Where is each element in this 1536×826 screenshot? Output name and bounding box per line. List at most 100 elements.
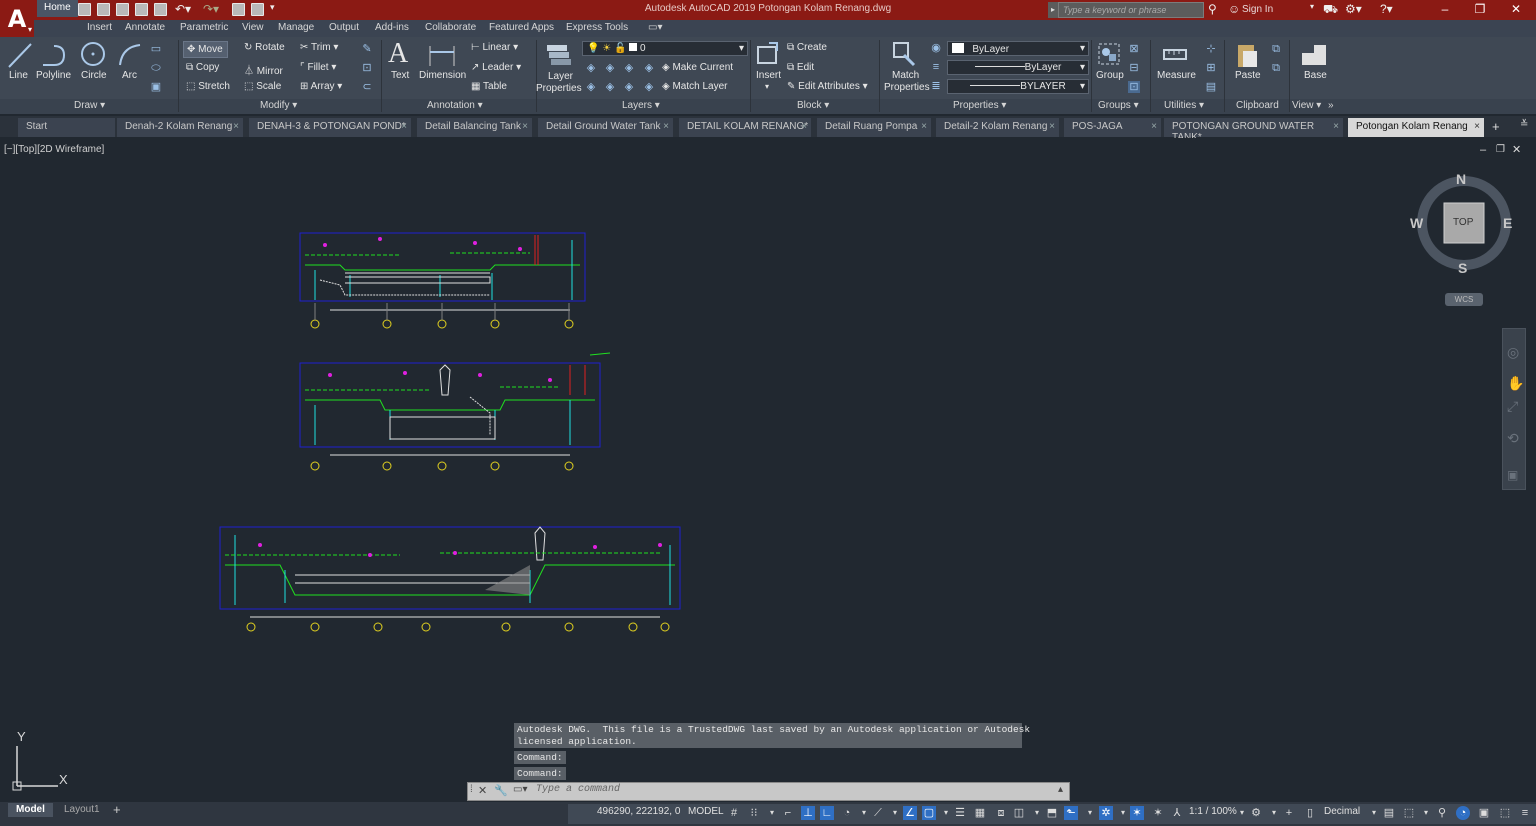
select-all-icon[interactable]: ⊞: [1205, 62, 1217, 74]
paste-icon[interactable]: [1235, 41, 1259, 69]
isodraft-icon[interactable]: ⟋: [871, 806, 885, 820]
measure-icon[interactable]: [1162, 44, 1188, 66]
command-history-toggle-icon[interactable]: ▴: [1058, 784, 1063, 795]
viewcube-east[interactable]: E: [1503, 215, 1512, 231]
match-properties-icon[interactable]: [892, 41, 918, 67]
annotation-add-icon[interactable]: +: [1282, 806, 1296, 820]
orbit-icon[interactable]: ⟲: [1507, 430, 1519, 447]
3d-osnap-icon[interactable]: ◫: [1012, 806, 1026, 820]
tab-parametric[interactable]: Parametric: [180, 22, 228, 33]
viewcube-north[interactable]: N: [1456, 171, 1466, 187]
polar-dropdown-icon[interactable]: ▾: [857, 806, 871, 820]
viewport-controls-label[interactable]: [−][Top][2D Wireframe]: [4, 144, 104, 155]
rectangle-icon[interactable]: ▭: [150, 43, 162, 55]
tab-featured-apps[interactable]: Featured Apps: [489, 22, 554, 33]
units-dropdown[interactable]: Decimal: [1324, 806, 1360, 817]
ribbon-minimize-icon[interactable]: ▭▾: [648, 22, 662, 33]
offset-icon[interactable]: ⊂: [361, 81, 373, 93]
dimension-icon[interactable]: [428, 42, 456, 68]
polar-tracking-icon[interactable]: ◔: [840, 806, 854, 820]
object-snap-dropdown-icon[interactable]: ▾: [939, 806, 953, 820]
infer-constraints-icon[interactable]: ⌐: [781, 806, 795, 820]
auto-scale-icon[interactable]: ✶: [1151, 806, 1165, 820]
layer-freeze-icon[interactable]: ◈: [623, 62, 635, 74]
coordinates-readout[interactable]: 496290, 222192, 0: [597, 806, 680, 817]
lock-ui-dropdown-icon[interactable]: ▾: [1419, 806, 1433, 820]
panel-title-properties[interactable]: Properties ▾: [953, 100, 1006, 111]
file-tab-active[interactable]: Potongan Kolam Renang ×: [1348, 118, 1485, 137]
layout-tab-model[interactable]: Model: [8, 803, 53, 817]
search-expand-icon[interactable]: ▸: [1048, 2, 1058, 18]
fullscreen-icon[interactable]: ⬚: [1498, 806, 1512, 820]
clean-screen-icon[interactable]: ▣: [1477, 806, 1491, 820]
fillet-button[interactable]: ⌜ Fillet ▾: [300, 62, 336, 73]
calculator-icon[interactable]: ▤: [1205, 81, 1217, 93]
selection-filter-icon[interactable]: ▾: [1083, 806, 1097, 820]
isodraft-dropdown-icon[interactable]: ▾: [888, 806, 902, 820]
copy-clip-icon[interactable]: ⧉: [1270, 43, 1282, 55]
file-tab[interactable]: Detail Ruang Pompa ×: [817, 118, 932, 137]
help-search-input[interactable]: Type a keyword or phrase: [1058, 2, 1204, 18]
layer-properties-button[interactable]: Layer: [548, 71, 573, 82]
command-grip-icon[interactable]: ⁞: [470, 784, 473, 795]
ortho-icon[interactable]: ∟: [820, 806, 834, 820]
tab-manage[interactable]: Manage: [278, 22, 314, 33]
viewcube-top-face[interactable]: TOP: [1453, 217, 1473, 228]
insert-button[interactable]: Insert: [756, 70, 781, 81]
file-tab[interactable]: POTONGAN GROUND WATER TANK*×: [1164, 118, 1344, 143]
viewcube-west[interactable]: W: [1410, 215, 1423, 231]
viewport-restore-icon[interactable]: ❐: [1496, 144, 1505, 155]
tab-list-icon[interactable]: ≚: [1520, 119, 1528, 130]
edit-attributes-button[interactable]: ✎ Edit Attributes ▾: [787, 81, 868, 92]
sign-in-link[interactable]: Sign In: [1242, 4, 1273, 15]
minimize-icon[interactable]: –: [1435, 2, 1455, 16]
make-current-button[interactable]: ◈ Make Current: [662, 62, 733, 73]
close-tab-icon[interactable]: ×: [1049, 121, 1055, 132]
workspace-switch-icon[interactable]: ⚙: [1249, 806, 1263, 820]
base-view-icon[interactable]: [1300, 43, 1328, 67]
layer-unisolate-icon[interactable]: ◈: [604, 81, 616, 93]
viewport-minimize-icon[interactable]: –: [1480, 144, 1486, 156]
arc-button[interactable]: Arc: [122, 70, 137, 81]
polyline-icon[interactable]: [40, 41, 68, 69]
layer-on-icon[interactable]: ◈: [585, 81, 597, 93]
tab-output[interactable]: Output: [329, 22, 359, 33]
panel-title-draw[interactable]: Draw ▾: [74, 100, 105, 111]
close-tab-icon[interactable]: ×: [921, 121, 927, 132]
table-button[interactable]: ▦ Table: [471, 81, 507, 92]
insert-block-icon[interactable]: [755, 41, 781, 67]
dynamic-ucs-icon[interactable]: ⬒: [1045, 806, 1059, 820]
pan-icon[interactable]: ✋: [1507, 375, 1524, 392]
signin-dropdown-icon[interactable]: ▾: [1310, 2, 1314, 11]
workspace-dropdown-icon[interactable]: ▾: [1267, 806, 1281, 820]
snap-icon[interactable]: ⁝⁝: [747, 806, 761, 820]
scale-button[interactable]: ⬚ Scale: [244, 81, 281, 92]
stretch-button[interactable]: ⬚ Stretch: [186, 81, 230, 92]
linear-button[interactable]: ⊢ Linear ▾: [471, 42, 518, 53]
mirror-button[interactable]: ⏃ Mirror: [244, 62, 283, 77]
file-tab[interactable]: Detail-2 Kolam Renang ×: [936, 118, 1060, 137]
group-selection-icon[interactable]: ⊡: [1128, 81, 1140, 93]
ungroup-icon[interactable]: ⊠: [1128, 43, 1140, 55]
zoom-extents-icon[interactable]: ⤢: [1507, 398, 1518, 415]
close-tab-icon[interactable]: ×: [663, 121, 669, 132]
quick-properties-icon[interactable]: ▤: [1382, 806, 1396, 820]
explode-icon[interactable]: ⊡: [361, 62, 373, 74]
grid-icon[interactable]: #: [727, 806, 741, 820]
hardware-acceleration-icon[interactable]: ◔: [1456, 806, 1470, 820]
cart-icon[interactable]: ⛟: [1323, 2, 1338, 18]
annotation-monitor-icon[interactable]: ⬑: [1064, 806, 1078, 820]
arc-icon[interactable]: [116, 41, 144, 69]
group-button[interactable]: Group: [1096, 70, 1124, 81]
3d-osnap-dropdown-icon[interactable]: ▾: [1030, 806, 1044, 820]
annotation-scale-value[interactable]: 1:1 / 100%: [1189, 806, 1237, 817]
ribbon-panel-expand-icon[interactable]: »: [1328, 100, 1334, 111]
new-tab-icon[interactable]: +: [1492, 119, 1500, 134]
annotation-scale-icon[interactable]: ⅄: [1170, 806, 1184, 820]
leader-button[interactable]: ↗ Leader ▾: [471, 62, 521, 73]
cut-clip-icon[interactable]: ⧉: [1270, 62, 1282, 74]
panel-title-annotation[interactable]: Annotation ▾: [427, 100, 483, 111]
array-button[interactable]: ⊞ Array ▾: [300, 81, 342, 92]
boundary-icon[interactable]: ▣: [150, 81, 162, 93]
viewcube-south[interactable]: S: [1458, 260, 1467, 276]
